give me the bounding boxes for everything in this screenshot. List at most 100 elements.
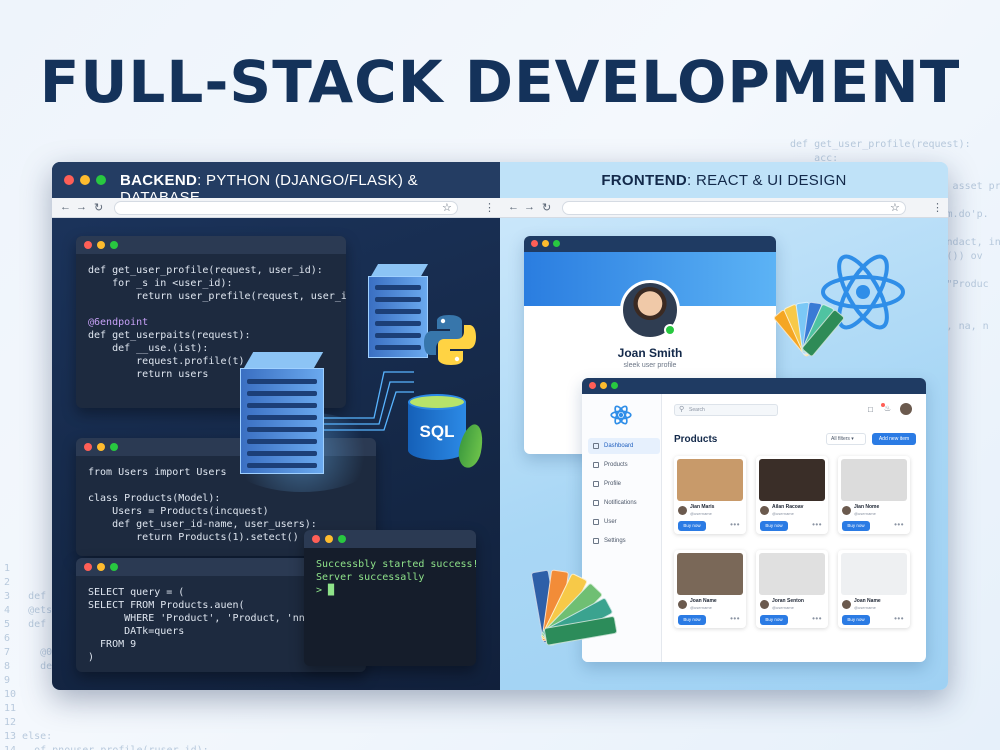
seller-avatar bbox=[842, 600, 851, 609]
online-status-dot bbox=[664, 324, 676, 336]
headline: FULL-STACK DEVELOPMENT bbox=[39, 48, 961, 116]
sidebar-item-user[interactable]: User bbox=[588, 514, 660, 530]
color-swatch-fan-large-icon bbox=[530, 562, 636, 652]
window-controls bbox=[64, 175, 106, 185]
terminal-output: Successbly started success!! Server succe… bbox=[304, 548, 476, 607]
product-seller-handle: @username bbox=[772, 511, 794, 516]
python-logo-icon bbox=[424, 315, 476, 365]
product-image bbox=[759, 459, 825, 501]
product-seller-name: Joan Name bbox=[854, 598, 881, 604]
product-seller-handle: @username bbox=[772, 605, 794, 610]
buy-now-button[interactable]: Buy now bbox=[678, 615, 706, 625]
terminal-line: Server successally bbox=[316, 572, 425, 583]
more-options-icon[interactable]: ••• bbox=[812, 520, 822, 529]
product-seller-name: Joran Senton bbox=[772, 598, 804, 604]
backend-navbar: ← → ↻ ☆ ⋮ bbox=[52, 198, 500, 218]
search-input[interactable]: ⚲ Search bbox=[674, 404, 778, 416]
frontend-navbar: ← → ↻ ☆ ⋮ bbox=[500, 198, 948, 218]
code-line: @6endpoint bbox=[88, 317, 149, 328]
forward-arrow-icon[interactable]: → bbox=[524, 201, 535, 213]
frontend-titlebar: FRONTEND: REACT & UI DESIGN bbox=[500, 162, 948, 198]
maximize-dot[interactable] bbox=[96, 175, 106, 185]
terminal-line: Successbly started success!! bbox=[316, 559, 476, 570]
more-options-icon[interactable]: ••• bbox=[812, 614, 822, 623]
code-line: for _s in <user_id): bbox=[88, 278, 233, 289]
buy-now-button[interactable]: Buy now bbox=[842, 615, 870, 625]
close-dot[interactable] bbox=[64, 175, 74, 185]
back-arrow-icon[interactable]: ← bbox=[508, 201, 519, 213]
reload-icon[interactable]: ↻ bbox=[542, 201, 551, 214]
user-avatar-icon[interactable] bbox=[900, 403, 912, 415]
product-card[interactable]: Joan Name @username Buy now ••• bbox=[674, 550, 746, 628]
sidebar-item-notifications[interactable]: Notifications bbox=[588, 495, 660, 511]
sidebar-item-products[interactable]: Products bbox=[588, 457, 660, 473]
seller-avatar bbox=[760, 506, 769, 515]
product-image bbox=[841, 553, 907, 595]
search-icon: ⚲ bbox=[679, 406, 685, 413]
reload-icon[interactable]: ↻ bbox=[94, 201, 103, 214]
sidebar-item-profile[interactable]: Profile bbox=[588, 476, 660, 492]
product-image bbox=[759, 553, 825, 595]
sidebar-item-dashboard[interactable]: Dashboard bbox=[588, 438, 660, 454]
buy-now-button[interactable]: Buy now bbox=[842, 521, 870, 531]
sidebar-item-settings[interactable]: Settings bbox=[588, 533, 660, 549]
chat-icon[interactable]: □ bbox=[868, 405, 873, 414]
product-image bbox=[677, 459, 743, 501]
profile-subtitle: sleek user profile bbox=[623, 362, 677, 369]
product-card[interactable]: Jian Maris @username Buy now ••• bbox=[674, 456, 746, 534]
buy-now-button[interactable]: Buy now bbox=[760, 615, 788, 625]
frontend-title: FRONTEND: REACT & UI DESIGN bbox=[601, 172, 847, 189]
back-arrow-icon[interactable]: ← bbox=[60, 201, 71, 213]
product-seller-name: Ailan Racoav bbox=[772, 504, 804, 510]
notification-badge bbox=[881, 403, 885, 407]
product-seller-name: Joan Name bbox=[690, 598, 717, 604]
code-line: def get_user_profile(request, user_id): bbox=[88, 265, 323, 276]
more-options-icon[interactable]: ••• bbox=[730, 614, 740, 623]
profile-name: Joan Smith bbox=[617, 346, 683, 360]
code-line: return user_prefile(request, user_id)) bbox=[88, 291, 346, 302]
data-lines bbox=[324, 371, 414, 431]
filter-dropdown[interactable]: All filters ▾ bbox=[826, 433, 866, 445]
sql-label: SQL bbox=[419, 422, 455, 441]
minimize-dot[interactable] bbox=[80, 175, 90, 185]
more-options-icon[interactable]: ••• bbox=[894, 614, 904, 623]
forward-arrow-icon[interactable]: → bbox=[76, 201, 87, 213]
more-options-icon[interactable]: ••• bbox=[894, 520, 904, 529]
react-logo-small-icon bbox=[610, 405, 632, 425]
product-seller-handle: @username bbox=[854, 511, 876, 516]
code-line: def get_userpaits(request): bbox=[88, 330, 251, 341]
terminal-line: > █ bbox=[316, 585, 335, 596]
add-new-item-button[interactable]: Add new item bbox=[872, 433, 916, 445]
backend-titlebar: BACKEND: PYTHON (DJANGO/FLASK) & DATABAS… bbox=[52, 162, 500, 206]
product-seller-name: Jian Nome bbox=[854, 504, 880, 510]
kebab-menu-icon[interactable]: ⋮ bbox=[484, 201, 495, 214]
product-seller-name: Jian Maris bbox=[690, 504, 715, 510]
seller-avatar bbox=[760, 600, 769, 609]
star-icon[interactable]: ☆ bbox=[890, 201, 900, 214]
star-icon[interactable]: ☆ bbox=[442, 201, 452, 214]
seller-avatar bbox=[678, 600, 687, 609]
code-line: class Products(Model): bbox=[88, 493, 221, 504]
sql-database-icon: SQL bbox=[408, 394, 466, 464]
buy-now-button[interactable]: Buy now bbox=[678, 521, 706, 531]
address-bar[interactable] bbox=[114, 201, 458, 215]
product-card[interactable]: Joran Senton @username Buy now ••• bbox=[756, 550, 828, 628]
buy-now-button[interactable]: Buy now bbox=[760, 521, 788, 531]
code-line: Users = Products(incquest) bbox=[88, 506, 269, 517]
address-bar[interactable] bbox=[562, 201, 906, 215]
kebab-menu-icon[interactable]: ⋮ bbox=[932, 201, 943, 214]
server-icon bbox=[240, 352, 324, 474]
product-seller-handle: @username bbox=[854, 605, 876, 610]
more-options-icon[interactable]: ••• bbox=[730, 520, 740, 529]
products-heading: Products bbox=[674, 434, 718, 445]
bell-icon[interactable]: ♨ bbox=[884, 404, 891, 413]
color-swatch-fan-icon bbox=[772, 298, 870, 362]
product-card[interactable]: Joan Name @username Buy now ••• bbox=[838, 550, 910, 628]
terminal-window: Successbly started success!! Server succe… bbox=[304, 530, 476, 666]
product-seller-handle: @username bbox=[690, 605, 712, 610]
product-card[interactable]: Ailan Racoav @username Buy now ••• bbox=[756, 456, 828, 534]
product-card[interactable]: Jian Nome @username Buy now ••• bbox=[838, 456, 910, 534]
product-image bbox=[841, 459, 907, 501]
backend-panel: BACKEND: PYTHON (DJANGO/FLASK) & DATABAS… bbox=[52, 162, 500, 690]
